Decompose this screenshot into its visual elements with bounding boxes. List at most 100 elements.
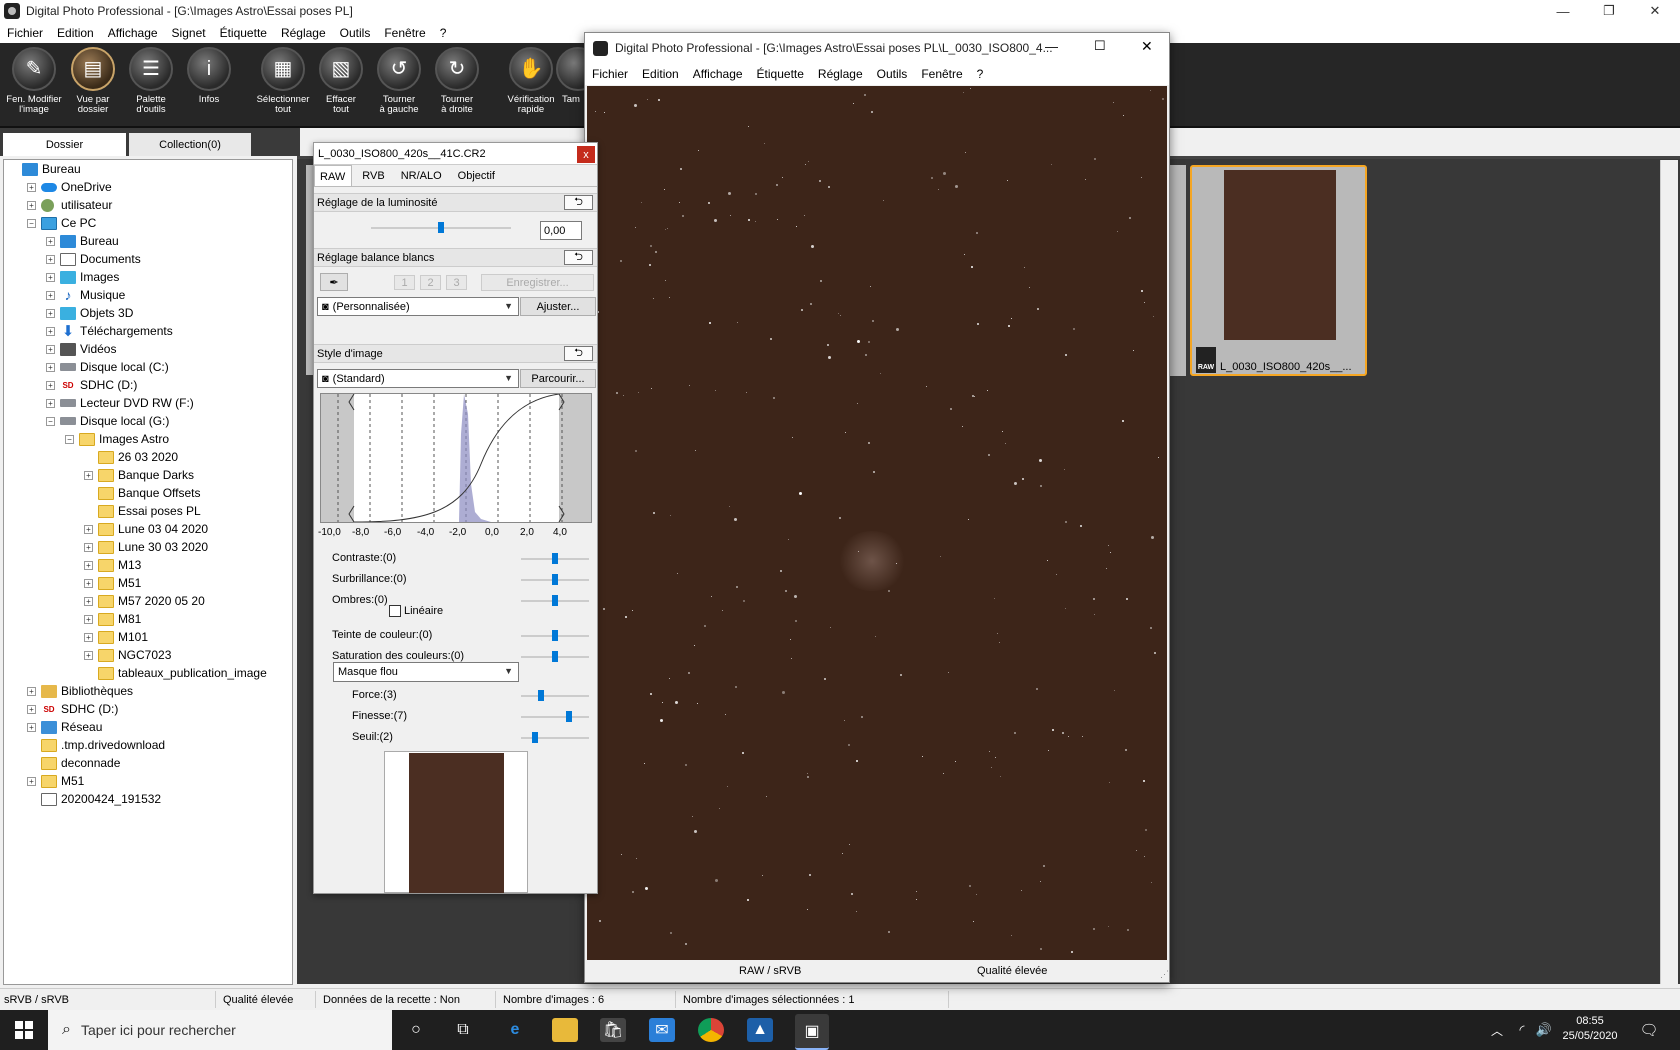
store-icon[interactable]: 🛍 — [600, 1018, 626, 1042]
tree-item[interactable]: + M51 — [84, 574, 141, 592]
wb-preset-3[interactable]: 3 — [446, 275, 467, 290]
slider-track[interactable] — [521, 630, 589, 641]
menu-outils[interactable]: Outils — [333, 26, 378, 40]
slider-thumb[interactable] — [531, 732, 538, 743]
tab-rvb[interactable]: RVB — [357, 165, 390, 186]
maximize-button[interactable]: ☐ — [1094, 38, 1106, 54]
tool-palette-button[interactable]: ☰ Palette d'outils — [121, 47, 181, 115]
slider-track[interactable] — [521, 651, 589, 662]
tab-raw[interactable]: RAW — [314, 165, 353, 186]
edit-image-window-button[interactable]: ✎ Fen. Modifier l'image — [4, 47, 64, 115]
tree-item[interactable]: + NGC7023 — [84, 646, 171, 664]
tree-item[interactable]: + M13 — [84, 556, 141, 574]
menu-edition[interactable]: Edition — [50, 26, 101, 40]
slider-track[interactable] — [521, 711, 589, 722]
slider-thumb[interactable] — [565, 711, 572, 722]
tree-item[interactable]: Banque Offsets — [84, 484, 201, 502]
palette-close-button[interactable]: x — [577, 146, 595, 163]
expand-icon[interactable]: + — [84, 524, 93, 534]
wb-preset-1[interactable]: 1 — [394, 275, 415, 290]
expand-icon[interactable]: + — [46, 236, 55, 246]
expand-icon[interactable]: + — [27, 200, 36, 210]
sharpen-mode-select[interactable]: Masque flou ▼ — [333, 662, 519, 682]
expand-icon[interactable]: + — [27, 722, 36, 732]
menu-affichage[interactable]: Affichage — [101, 26, 165, 40]
navigator-preview[interactable] — [384, 751, 528, 893]
start-button[interactable] — [11, 1018, 37, 1042]
expand-icon[interactable]: + — [84, 542, 93, 552]
slider-track[interactable] — [521, 690, 589, 701]
tab-nr-alo[interactable]: NR/ALO — [396, 165, 448, 186]
astro-image-preview[interactable] — [587, 86, 1167, 960]
menu-fichier[interactable]: Fichier — [585, 67, 635, 81]
menu-help[interactable]: ? — [433, 26, 454, 40]
tree-item[interactable]: − Disque local (G:) — [46, 412, 169, 430]
expand-icon[interactable]: + — [46, 398, 55, 408]
wb-mode-select[interactable]: ◙ (Personnalisée) ▼ — [317, 297, 519, 316]
expand-icon[interactable]: + — [84, 578, 93, 588]
tree-item[interactable]: Bureau — [8, 160, 81, 178]
minimize-button[interactable]: — — [1045, 39, 1058, 54]
slider-track[interactable] — [521, 595, 589, 606]
menu-fenetre[interactable]: Fenêtre — [914, 67, 969, 81]
tree-item[interactable]: tableaux_publication_image — [84, 664, 267, 682]
tree-item[interactable]: + Disque local (C:) — [46, 358, 169, 376]
collapse-icon[interactable]: − — [65, 434, 74, 444]
menu-edition[interactable]: Edition — [635, 67, 686, 81]
minimize-button[interactable]: — — [1540, 0, 1586, 22]
clear-all-button[interactable]: ▧ Effacer tout — [311, 47, 371, 115]
slider-track[interactable] — [521, 574, 589, 585]
tree-item[interactable]: + Lune 03 04 2020 — [84, 520, 208, 538]
collapse-icon[interactable]: − — [46, 416, 55, 426]
info-button[interactable]: i Infos — [179, 47, 239, 105]
expand-icon[interactable]: + — [46, 272, 55, 282]
tree-item[interactable]: + ♪ Musique — [46, 286, 125, 304]
expand-icon[interactable]: + — [84, 560, 93, 570]
eyedropper-button[interactable]: ✒ — [320, 273, 348, 291]
task-view-icon[interactable]: ⧉ — [450, 1018, 476, 1042]
close-button[interactable]: ✕ — [1632, 0, 1678, 22]
quick-check-button[interactable]: ✋ Vérification rapide — [501, 47, 561, 115]
expand-icon[interactable]: + — [46, 344, 55, 354]
tree-item[interactable]: + OneDrive — [27, 178, 112, 196]
cortana-icon[interactable]: ○ — [403, 1018, 429, 1042]
tree-item[interactable]: + Bureau — [46, 232, 119, 250]
rotate-right-button[interactable]: ↻ Tourner à droite — [427, 47, 487, 115]
gallery-scrollbar[interactable] — [1660, 160, 1678, 984]
chrome-icon[interactable] — [698, 1018, 724, 1042]
close-button[interactable]: ✕ — [1141, 38, 1153, 55]
wb-register-button[interactable]: Enregistrer... — [481, 274, 594, 291]
tree-item[interactable]: + SD SDHC (D:) — [46, 376, 137, 394]
rotate-left-button[interactable]: ↺ Tourner à gauche — [369, 47, 429, 115]
tone-curve-histogram[interactable] — [320, 393, 592, 523]
photos-icon[interactable]: ▲ — [747, 1018, 773, 1042]
tree-item[interactable]: + M81 — [84, 610, 141, 628]
expand-icon[interactable]: + — [84, 596, 93, 606]
wb-adjust-button[interactable]: Ajuster... — [520, 297, 596, 316]
reset-icon[interactable]: ⮌ — [564, 195, 593, 210]
tree-item[interactable]: + Vidéos — [46, 340, 116, 358]
reset-icon[interactable]: ⮌ — [564, 346, 593, 361]
style-browse-button[interactable]: Parcourir... — [520, 369, 596, 388]
tree-item[interactable]: + SD SDHC (D:) — [27, 700, 118, 718]
expand-icon[interactable]: + — [27, 686, 36, 696]
tree-item[interactable]: + Images — [46, 268, 119, 286]
wb-preset-2[interactable]: 2 — [420, 275, 441, 290]
menu-fenetre[interactable]: Fenêtre — [377, 26, 432, 40]
slider-thumb[interactable] — [552, 651, 558, 662]
expand-icon[interactable]: + — [46, 254, 55, 264]
resize-grip-icon[interactable]: ⋰ — [1160, 969, 1169, 980]
stamp-button[interactable]: Tam — [556, 47, 586, 105]
picture-style-select[interactable]: ◙ (Standard) ▼ — [317, 369, 519, 388]
slider-thumb[interactable] — [552, 553, 558, 564]
expand-icon[interactable]: + — [84, 650, 93, 660]
tree-item[interactable]: + Lecteur DVD RW (F:) — [46, 394, 194, 412]
expand-icon[interactable]: + — [27, 182, 36, 192]
tree-item[interactable]: + M51 — [27, 772, 84, 790]
dpp-taskbar-icon[interactable]: ▣ — [795, 1014, 829, 1050]
tree-item[interactable]: − Ce PC — [27, 214, 96, 232]
menu-outils[interactable]: Outils — [870, 67, 915, 81]
expand-icon[interactable]: + — [46, 308, 55, 318]
slider-thumb[interactable] — [438, 222, 444, 233]
slider-thumb[interactable] — [552, 574, 558, 585]
